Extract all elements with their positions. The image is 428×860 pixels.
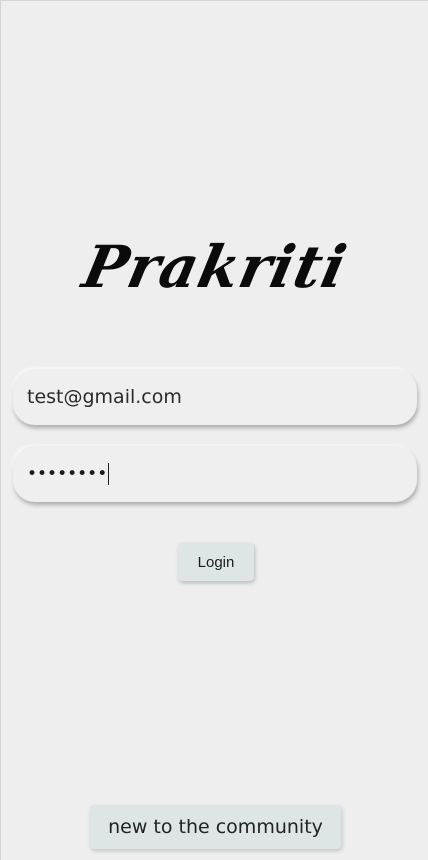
email-field-value: test@gmail.com xyxy=(27,386,182,408)
text-caret xyxy=(108,463,110,485)
login-button[interactable]: Login xyxy=(178,543,254,581)
new-to-community-button[interactable]: new to the community xyxy=(90,805,341,849)
password-field[interactable]: •••••••• xyxy=(13,446,417,502)
password-field-value: •••••••• xyxy=(27,464,108,484)
app-logo-title: Prakriti xyxy=(77,233,353,301)
login-screen: Prakriti test@gmail.com •••••••• Login n… xyxy=(0,0,428,860)
email-field[interactable]: test@gmail.com xyxy=(13,369,417,425)
